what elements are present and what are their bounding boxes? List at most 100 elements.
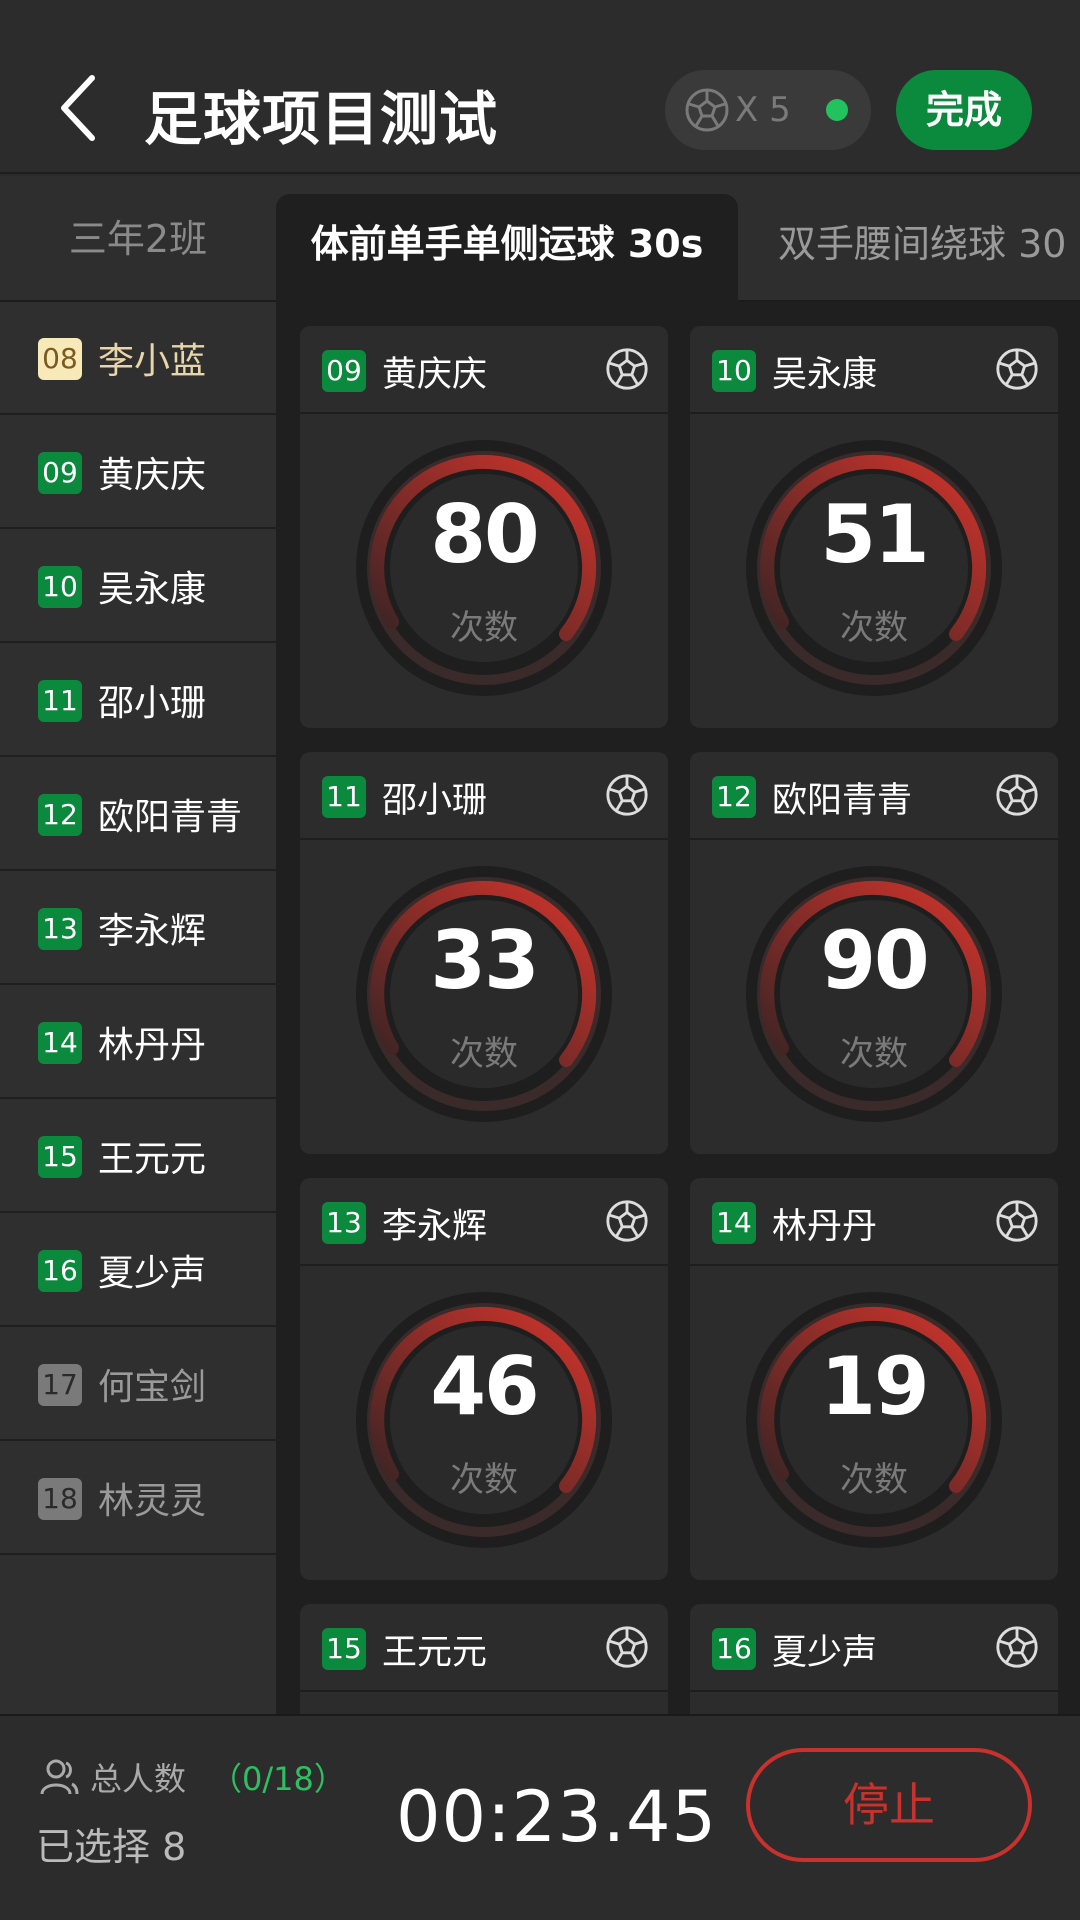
student-number: 13 bbox=[38, 908, 82, 950]
ball-count: X 5 bbox=[735, 90, 791, 130]
sidebar-student[interactable]: 15 王元元 bbox=[0, 1100, 276, 1213]
count-unit-label: 次数 bbox=[450, 1460, 518, 1500]
soccer-ball-icon bbox=[606, 348, 648, 390]
card-header: 10 吴永康 bbox=[690, 326, 1058, 414]
student-number: 14 bbox=[38, 1022, 82, 1064]
student-result-card[interactable]: 13 李永辉 46 次数 bbox=[300, 1178, 668, 1580]
count-value: 90 bbox=[820, 914, 929, 1007]
count-unit-label: 次数 bbox=[840, 608, 908, 648]
student-number: 16 bbox=[38, 1250, 82, 1292]
card-student-name: 林丹丹 bbox=[772, 1207, 878, 1247]
count-gauge: 46 次数 bbox=[354, 1290, 614, 1550]
student-name: 欧阳青青 bbox=[98, 797, 243, 838]
count-gauge: 80 次数 bbox=[354, 438, 614, 698]
card-student-number: 15 bbox=[322, 1628, 366, 1670]
count-value: 33 bbox=[430, 914, 539, 1007]
student-result-card[interactable]: 10 吴永康 51 次数 bbox=[690, 326, 1058, 728]
soccer-ball-icon bbox=[996, 1626, 1038, 1668]
student-name: 黄庆庆 bbox=[98, 455, 207, 496]
soccer-ball-icon bbox=[685, 88, 729, 132]
soccer-ball-icon bbox=[606, 774, 648, 816]
card-student-name: 李永辉 bbox=[382, 1207, 488, 1247]
card-header: 12 欧阳青青 bbox=[690, 752, 1058, 840]
student-result-card[interactable]: 16 夏少声 bbox=[690, 1604, 1058, 1714]
card-header: 14 林丹丹 bbox=[690, 1178, 1058, 1266]
card-student-number: 11 bbox=[322, 776, 366, 818]
card-header: 09 黄庆庆 bbox=[300, 326, 668, 414]
card-header: 13 李永辉 bbox=[300, 1178, 668, 1266]
result-card-grid: 09 黄庆庆 80 次数 10 吴永康 51 次数 11 邵小珊 33 次数 12 欧阳青青 90 次数 13 李… bbox=[276, 302, 1080, 1714]
sidebar-student[interactable]: 08 李小蓝 bbox=[0, 302, 276, 415]
count-value: 80 bbox=[430, 488, 539, 581]
sidebar-student[interactable]: 14 林丹丹 bbox=[0, 986, 276, 1099]
sidebar-student[interactable]: 16 夏少声 bbox=[0, 1214, 276, 1327]
card-student-number: 12 bbox=[712, 776, 756, 818]
student-name: 邵小珊 bbox=[98, 683, 207, 724]
soccer-ball-icon bbox=[606, 1626, 648, 1668]
card-student-number: 09 bbox=[322, 350, 366, 392]
student-name: 夏少声 bbox=[98, 1253, 207, 1294]
sidebar-student[interactable]: 12 欧阳青青 bbox=[0, 758, 276, 871]
page-title: 足球项目测试 bbox=[144, 85, 499, 153]
card-student-number: 10 bbox=[712, 350, 756, 392]
student-result-card[interactable]: 09 黄庆庆 80 次数 bbox=[300, 326, 668, 728]
count-value: 46 bbox=[430, 1340, 539, 1433]
card-student-name: 欧阳青青 bbox=[772, 781, 913, 821]
sidebar-student[interactable]: 13 李永辉 bbox=[0, 872, 276, 985]
selected-count-label: 已选择 8 bbox=[36, 1825, 187, 1869]
student-result-card[interactable]: 12 欧阳青青 90 次数 bbox=[690, 752, 1058, 1154]
student-sidebar: 08 李小蓝 09 黄庆庆 10 吴永康 11 邵小珊 12 欧阳青青 13 李… bbox=[0, 302, 276, 1714]
stop-button[interactable]: 停止 bbox=[746, 1748, 1032, 1862]
count-unit-label: 次数 bbox=[840, 1034, 908, 1074]
student-result-card[interactable]: 11 邵小珊 33 次数 bbox=[300, 752, 668, 1154]
header-bar: 足球项目测试 X 5 完成 bbox=[0, 0, 1080, 174]
count-value: 51 bbox=[820, 488, 929, 581]
count-unit-label: 次数 bbox=[840, 1460, 908, 1500]
card-student-name: 邵小珊 bbox=[382, 781, 488, 821]
soccer-ball-icon bbox=[996, 348, 1038, 390]
sidebar-student[interactable]: 18 林灵灵 bbox=[0, 1442, 276, 1555]
sidebar-student[interactable]: 17 何宝剑 bbox=[0, 1328, 276, 1441]
student-number: 08 bbox=[38, 338, 82, 380]
class-tab[interactable]: 三年2班 bbox=[0, 176, 276, 302]
student-name: 吴永康 bbox=[98, 569, 207, 610]
card-header: 16 夏少声 bbox=[690, 1604, 1058, 1692]
tab-active-test[interactable]: 体前单手单侧运球 30s bbox=[276, 194, 738, 302]
student-result-card[interactable]: 14 林丹丹 19 次数 bbox=[690, 1178, 1058, 1580]
count-gauge: 90 次数 bbox=[744, 864, 1004, 1124]
card-student-name: 王元元 bbox=[382, 1633, 488, 1673]
total-people-count: （0/18） bbox=[210, 1760, 346, 1798]
card-student-number: 13 bbox=[322, 1202, 366, 1244]
count-value: 19 bbox=[820, 1340, 929, 1433]
student-number: 09 bbox=[38, 452, 82, 494]
tab-next-test[interactable]: 双手腰间绕球 30 bbox=[778, 194, 1080, 302]
student-name: 林灵灵 bbox=[98, 1481, 207, 1522]
ball-status-pill[interactable]: X 5 bbox=[665, 70, 871, 150]
student-name: 何宝剑 bbox=[98, 1367, 207, 1408]
soccer-ball-icon bbox=[996, 1200, 1038, 1242]
student-name: 林丹丹 bbox=[98, 1025, 207, 1066]
student-number: 15 bbox=[38, 1136, 82, 1178]
student-name: 王元元 bbox=[98, 1139, 207, 1180]
soccer-ball-icon bbox=[606, 1200, 648, 1242]
count-gauge: 19 次数 bbox=[744, 1290, 1004, 1550]
student-result-card[interactable]: 15 王元元 bbox=[300, 1604, 668, 1714]
tab-bar: 三年2班 体前单手单侧运球 30s 双手腰间绕球 30 bbox=[0, 176, 1080, 302]
done-button[interactable]: 完成 bbox=[896, 70, 1032, 150]
card-student-name: 黄庆庆 bbox=[382, 355, 488, 395]
card-header: 15 王元元 bbox=[300, 1604, 668, 1692]
count-gauge: 51 次数 bbox=[744, 438, 1004, 698]
user-icon bbox=[40, 1759, 79, 1795]
sidebar-student[interactable]: 10 吴永康 bbox=[0, 530, 276, 643]
connection-status-dot bbox=[826, 99, 848, 121]
card-student-number: 16 bbox=[712, 1628, 756, 1670]
student-number: 12 bbox=[38, 794, 82, 836]
sidebar-student[interactable]: 09 黄庆庆 bbox=[0, 416, 276, 529]
card-student-number: 14 bbox=[712, 1202, 756, 1244]
back-button[interactable] bbox=[52, 68, 112, 148]
total-people-label: 总人数 bbox=[90, 1760, 187, 1798]
student-number: 17 bbox=[38, 1364, 82, 1406]
card-student-name: 吴永康 bbox=[772, 355, 878, 395]
sidebar-student[interactable]: 11 邵小珊 bbox=[0, 644, 276, 757]
footer-bar: 总人数 （0/18） 已选择 8 00:23.45 停止 bbox=[0, 1714, 1080, 1920]
